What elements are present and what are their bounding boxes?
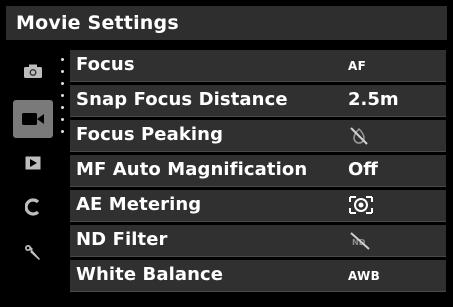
camera-menu-screen: Movie Settings Focus AF Snap Focus Dista… bbox=[0, 0, 453, 307]
menu-item-white-balance[interactable]: White Balance AWB bbox=[70, 260, 446, 292]
camera-icon bbox=[24, 64, 42, 78]
page-indicator-dot bbox=[61, 94, 64, 97]
menu-item-label: Focus Peaking bbox=[76, 124, 224, 145]
multi-segment-metering-icon bbox=[349, 196, 373, 214]
menu-item-value: Off bbox=[348, 159, 378, 180]
page-indicator-dot bbox=[61, 82, 64, 85]
menu-item-label: Snap Focus Distance bbox=[76, 89, 288, 110]
menu-item-snap-focus-distance[interactable]: Snap Focus Distance 2.5m bbox=[70, 85, 446, 117]
nd-off-icon: ND bbox=[350, 232, 370, 250]
menu-item-focus-peaking[interactable]: Focus Peaking bbox=[70, 120, 446, 152]
menu-item-label: MF Auto Magnification bbox=[76, 159, 308, 180]
tab-playback[interactable] bbox=[12, 144, 54, 182]
tab-custom[interactable] bbox=[12, 188, 54, 226]
menu-item-value: 2.5m bbox=[348, 89, 399, 110]
page-indicator-dot bbox=[61, 106, 64, 109]
title-bar: Movie Settings bbox=[6, 6, 447, 40]
page-indicator-dot bbox=[61, 130, 64, 133]
menu-item-focus[interactable]: Focus AF bbox=[70, 50, 446, 82]
menu-item-value: AWB bbox=[348, 269, 381, 283]
page-title: Movie Settings bbox=[16, 12, 179, 34]
menu-item-ae-metering[interactable]: AE Metering bbox=[70, 190, 446, 222]
playback-icon bbox=[25, 156, 41, 170]
wrench-icon bbox=[25, 245, 40, 260]
menu-item-mf-auto-magnification[interactable]: MF Auto Magnification Off bbox=[70, 155, 446, 187]
menu-item-label: ND Filter bbox=[76, 229, 168, 250]
menu-item-nd-filter[interactable]: ND Filter ND bbox=[70, 225, 446, 257]
peaking-off-icon bbox=[350, 127, 368, 145]
menu-item-label: White Balance bbox=[76, 264, 224, 285]
page-indicator-dot bbox=[61, 118, 64, 121]
video-camera-icon bbox=[22, 113, 44, 125]
menu-category-sidebar bbox=[6, 44, 64, 304]
tab-setup[interactable] bbox=[12, 234, 54, 272]
page-indicator-dot bbox=[61, 58, 64, 61]
menu-item-label: Focus bbox=[76, 54, 135, 75]
custom-c-icon bbox=[25, 198, 40, 216]
page-indicator-dot bbox=[61, 70, 64, 73]
tab-movie[interactable] bbox=[13, 100, 53, 138]
tab-still-shooting[interactable] bbox=[12, 52, 54, 90]
menu-item-value: AF bbox=[348, 59, 367, 73]
menu-item-label: AE Metering bbox=[76, 194, 202, 215]
